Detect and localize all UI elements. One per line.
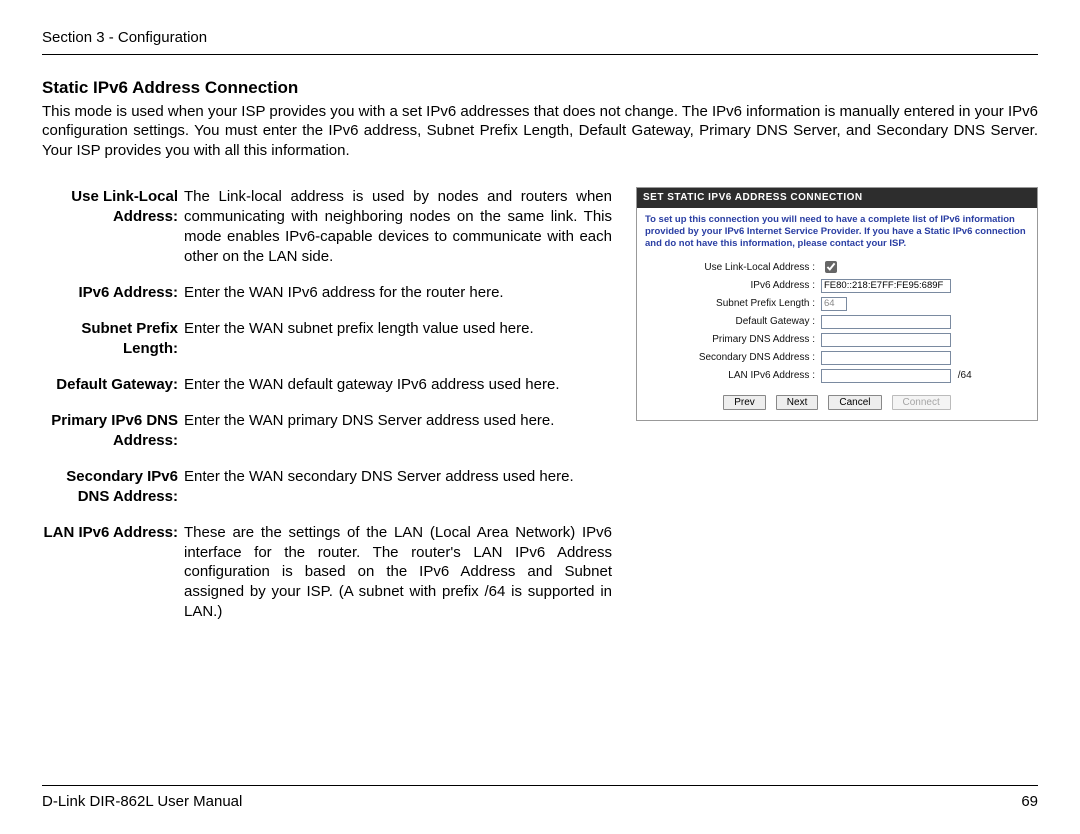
def-term: Subnet Prefix Length: (42, 319, 184, 359)
input-default-gateway[interactable] (821, 315, 951, 329)
prev-button[interactable]: Prev (723, 395, 766, 410)
def-desc: Enter the WAN primary DNS Server address… (184, 411, 612, 451)
row-secondary-dns: Secondary DNS Address : (645, 349, 1029, 367)
row-ipv6-address: IPv6 Address : (645, 277, 1029, 295)
row-default-gateway: Default Gateway : (645, 313, 1029, 331)
section-header: Section 3 - Configuration (42, 28, 1038, 48)
shot-button-row: Prev Next Cancel Connect (637, 387, 1037, 420)
label-secondary-dns: Secondary DNS Address : (645, 351, 821, 364)
cancel-button[interactable]: Cancel (828, 395, 881, 410)
label-primary-dns: Primary DNS Address : (645, 333, 821, 346)
input-primary-dns[interactable] (821, 333, 951, 347)
def-secondary-dns: Secondary IPv6 DNS Address: Enter the WA… (42, 467, 612, 507)
footer-rule (42, 785, 1038, 786)
label-lan-ipv6: LAN IPv6 Address : (645, 369, 821, 382)
row-lan-ipv6: LAN IPv6 Address : /64 (645, 367, 1029, 385)
checkbox-use-link-local[interactable] (825, 261, 837, 273)
input-lan-ipv6[interactable] (821, 369, 951, 383)
def-default-gateway: Default Gateway: Enter the WAN default g… (42, 375, 612, 395)
input-secondary-dns[interactable] (821, 351, 951, 365)
page-title: Static IPv6 Address Connection (42, 77, 1038, 100)
def-lan-ipv6: LAN IPv6 Address: These are the settings… (42, 523, 612, 623)
connect-button[interactable]: Connect (892, 395, 951, 410)
def-desc: Enter the WAN IPv6 address for the route… (184, 283, 612, 303)
row-subnet-prefix: Subnet Prefix Length : (645, 295, 1029, 313)
lan-ipv6-suffix: /64 (954, 370, 972, 381)
def-term: Primary IPv6 DNS Address: (42, 411, 184, 451)
shot-title: SET STATIC IPV6 ADDRESS CONNECTION (637, 188, 1037, 207)
def-term: LAN IPv6 Address: (42, 523, 184, 623)
definition-list: Use Link-Local Address: The Link-local a… (42, 187, 612, 622)
next-button[interactable]: Next (776, 395, 819, 410)
footer-left: D-Link DIR-862L User Manual (42, 792, 242, 812)
router-config-screenshot: SET STATIC IPV6 ADDRESS CONNECTION To se… (636, 187, 1038, 420)
input-ipv6-address[interactable] (821, 279, 951, 293)
label-use-link-local: Use Link-Local Address : (645, 261, 821, 274)
def-desc: Enter the WAN subnet prefix length value… (184, 319, 612, 359)
label-default-gateway: Default Gateway : (645, 315, 821, 328)
def-term: Secondary IPv6 DNS Address: (42, 467, 184, 507)
footer-right: 69 (1021, 792, 1038, 812)
intro-paragraph: This mode is used when your ISP provides… (42, 102, 1038, 162)
def-use-link-local: Use Link-Local Address: The Link-local a… (42, 187, 612, 267)
def-desc: Enter the WAN default gateway IPv6 addre… (184, 375, 612, 395)
page-footer: D-Link DIR-862L User Manual 69 (42, 785, 1038, 812)
def-ipv6-address: IPv6 Address: Enter the WAN IPv6 address… (42, 283, 612, 303)
shot-form: Use Link-Local Address : IPv6 Address : … (637, 257, 1037, 387)
def-desc: Enter the WAN secondary DNS Server addre… (184, 467, 612, 507)
input-subnet-prefix[interactable] (821, 297, 847, 311)
def-desc: The Link-local address is used by nodes … (184, 187, 612, 267)
def-term: IPv6 Address: (42, 283, 184, 303)
label-ipv6-address: IPv6 Address : (645, 279, 821, 292)
def-term: Use Link-Local Address: (42, 187, 184, 267)
row-primary-dns: Primary DNS Address : (645, 331, 1029, 349)
def-term: Default Gateway: (42, 375, 184, 395)
label-subnet-prefix: Subnet Prefix Length : (645, 297, 821, 310)
row-use-link-local: Use Link-Local Address : (645, 259, 1029, 277)
header-rule (42, 54, 1038, 55)
def-desc: These are the settings of the LAN (Local… (184, 523, 612, 623)
def-primary-dns: Primary IPv6 DNS Address: Enter the WAN … (42, 411, 612, 451)
def-subnet-prefix: Subnet Prefix Length: Enter the WAN subn… (42, 319, 612, 359)
shot-note: To set up this connection you will need … (637, 208, 1037, 257)
